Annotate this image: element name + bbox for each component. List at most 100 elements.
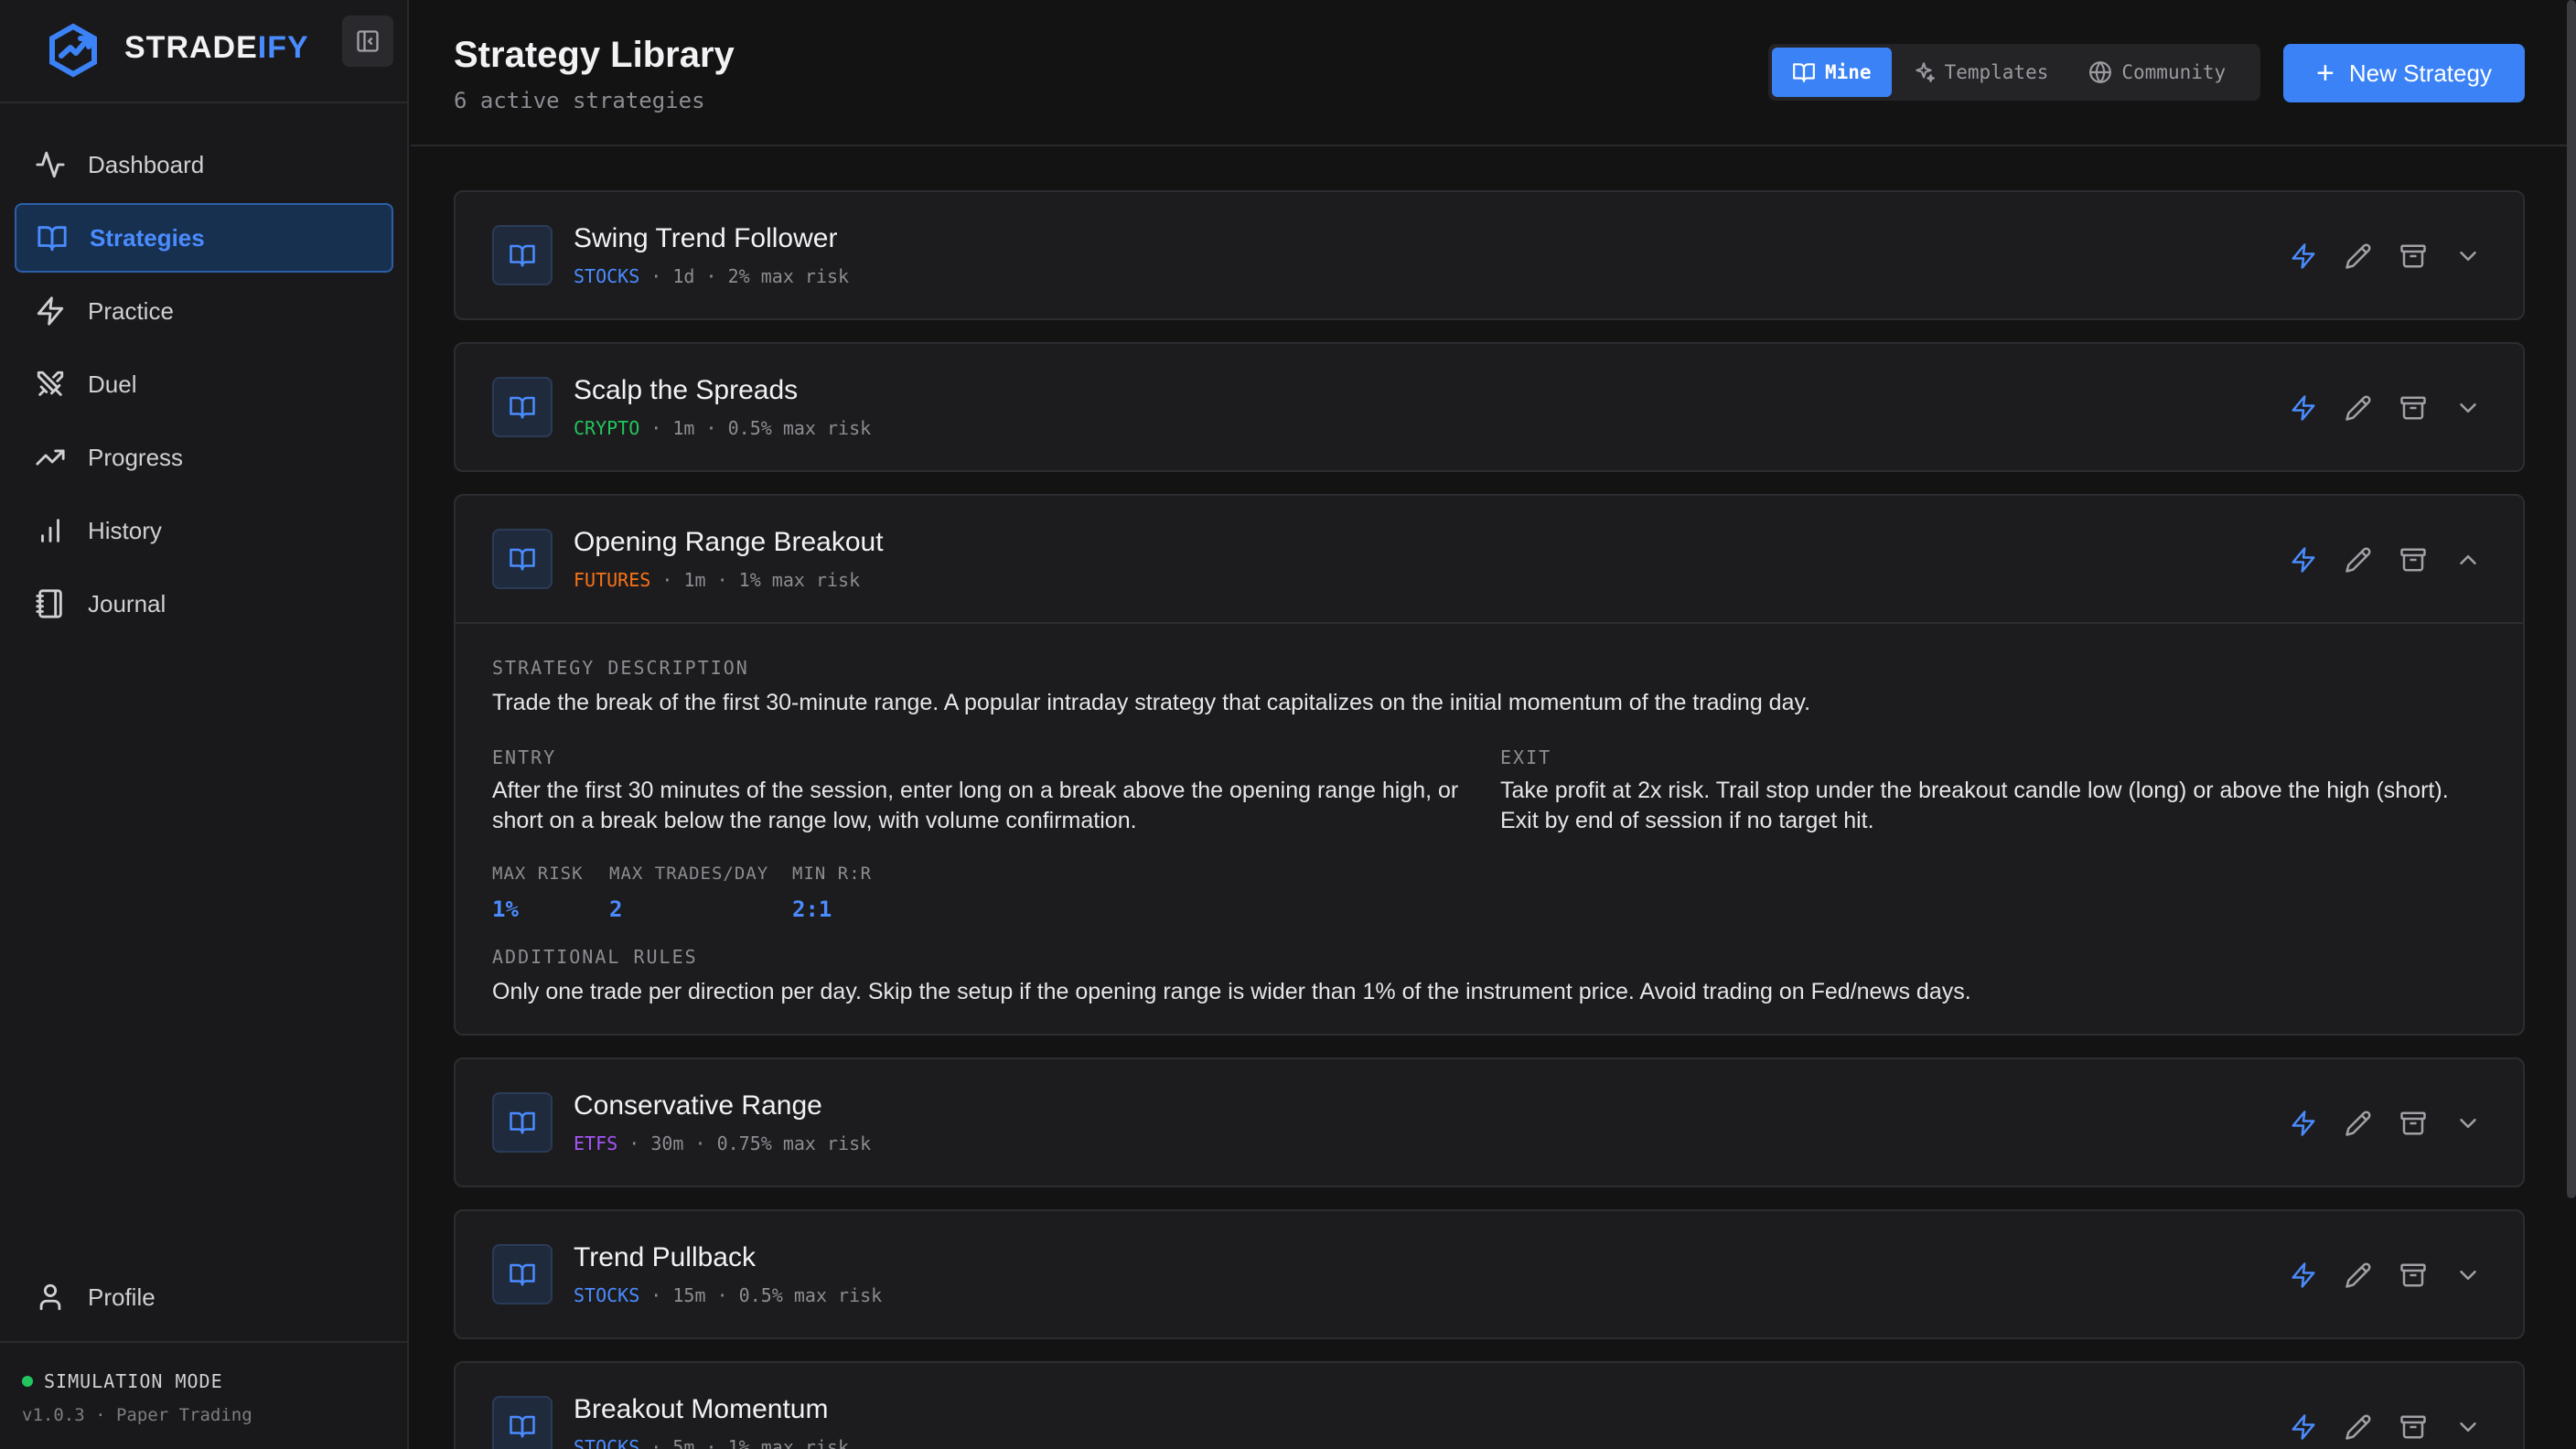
- stat-value: 2:1: [792, 896, 832, 922]
- max-risk: 2% max risk: [727, 265, 850, 287]
- practice-button[interactable]: [2285, 231, 2322, 282]
- meta-separator: ·: [650, 417, 673, 439]
- strategy-card-header[interactable]: Opening Range Breakout FUTURES · 1m · 1%…: [456, 496, 2523, 622]
- expand-toggle-button[interactable]: [2450, 382, 2486, 434]
- sidebar-item-journal[interactable]: Journal: [15, 569, 393, 639]
- meta-separator: ·: [628, 1132, 651, 1154]
- strategy-card: Conservative Range ETFS · 30m · 0.75% ma…: [454, 1057, 2525, 1187]
- additional-rules-label: ADDITIONAL RULES: [492, 946, 698, 968]
- strategy-name: Scalp the Spreads: [574, 375, 799, 405]
- strategy-card-header[interactable]: Trend Pullback STOCKS · 15m · 0.5% max r…: [456, 1211, 2523, 1337]
- archive-icon: [2400, 1263, 2426, 1287]
- strategy-meta: STOCKS · 1d · 2% max risk: [574, 265, 849, 287]
- expand-toggle-button[interactable]: [2450, 1098, 2486, 1149]
- plus-icon: +: [2316, 56, 2334, 91]
- pencil-icon: [2345, 395, 2371, 421]
- strategy-actions: [2267, 1250, 2486, 1301]
- meta-separator: ·: [716, 569, 739, 591]
- strategy-meta: ETFS · 30m · 0.75% max risk: [574, 1132, 871, 1154]
- edit-button[interactable]: [2340, 382, 2377, 434]
- practice-button[interactable]: [2285, 382, 2322, 434]
- pencil-icon: [2345, 1262, 2371, 1288]
- timeframe: 5m: [672, 1436, 695, 1449]
- archive-button[interactable]: [2395, 1401, 2431, 1449]
- expand-toggle-button[interactable]: [2450, 1250, 2486, 1301]
- archive-icon: [2400, 244, 2426, 268]
- edit-button[interactable]: [2340, 534, 2377, 585]
- expand-toggle-button[interactable]: [2450, 534, 2486, 585]
- edit-button[interactable]: [2340, 1250, 2377, 1301]
- strategy-card-header[interactable]: Conservative Range ETFS · 30m · 0.75% ma…: [456, 1059, 2523, 1186]
- archive-icon: [2400, 548, 2426, 572]
- sidebar-item-practice[interactable]: Practice: [15, 276, 393, 346]
- market-tag: STOCKS: [574, 1284, 640, 1306]
- sidebar-item-history[interactable]: History: [15, 496, 393, 565]
- max-trades-stat: MAX TRADES/DAY 2: [609, 864, 768, 922]
- strategy-name: Breakout Momentum: [574, 1394, 829, 1424]
- strategy-meta: STOCKS · 15m · 0.5% max risk: [574, 1284, 882, 1306]
- archive-button[interactable]: [2395, 1250, 2431, 1301]
- brand-name: STRADEIFY: [124, 30, 309, 65]
- strategy-card-header[interactable]: Breakout Momentum STOCKS · 5m · 1% max r…: [456, 1363, 2523, 1449]
- sidebar-item-progress[interactable]: Progress: [15, 423, 393, 492]
- zap-icon: [37, 296, 64, 326]
- sidebar-item-dashboard[interactable]: Dashboard: [15, 130, 393, 199]
- sidebar-item-strategies[interactable]: Strategies: [15, 203, 393, 273]
- chevron-down-icon: [2460, 1422, 2476, 1432]
- strategy-meta: CRYPTO · 1m · 0.5% max risk: [574, 417, 871, 439]
- tab-templates[interactable]: Templates: [1892, 48, 2069, 97]
- timeframe: 30m: [650, 1132, 684, 1154]
- archive-button[interactable]: [2395, 1098, 2431, 1149]
- tab-mine[interactable]: Mine: [1772, 48, 1892, 97]
- book-open-icon: [492, 529, 553, 589]
- user-icon: [39, 1283, 61, 1311]
- practice-button[interactable]: [2285, 1098, 2322, 1149]
- sidebar-item-profile[interactable]: Profile: [15, 1262, 393, 1332]
- strategy-actions: [2267, 534, 2486, 585]
- book-open-icon: [492, 377, 553, 437]
- meta-separator: ·: [650, 1436, 673, 1449]
- archive-button[interactable]: [2395, 382, 2431, 434]
- practice-button[interactable]: [2285, 534, 2322, 585]
- new-strategy-button[interactable]: + New Strategy: [2283, 44, 2525, 102]
- tab-label: Mine: [1825, 61, 1872, 83]
- pencil-icon: [2345, 1111, 2371, 1136]
- strategy-card-header[interactable]: Swing Trend Follower STOCKS · 1d · 2% ma…: [456, 192, 2523, 318]
- strategy-card-header[interactable]: Scalp the Spreads CRYPTO · 1m · 0.5% max…: [456, 344, 2523, 470]
- stat-label: MIN R:R: [792, 864, 873, 884]
- book-open-icon: [38, 226, 67, 252]
- sidebar-item-label: Practice: [88, 296, 174, 325]
- book-open-icon: [492, 1396, 553, 1449]
- collapse-sidebar-button[interactable]: [342, 16, 393, 67]
- practice-button[interactable]: [2285, 1250, 2322, 1301]
- sidebar-item-duel[interactable]: Duel: [15, 349, 393, 419]
- sidebar-item-label: Dashboard: [88, 150, 205, 178]
- globe-icon: [2089, 61, 2112, 83]
- exit-label: EXIT: [1500, 746, 1552, 768]
- practice-button[interactable]: [2285, 1401, 2322, 1449]
- archive-button[interactable]: [2395, 534, 2431, 585]
- strategy-card: Breakout Momentum STOCKS · 5m · 1% max r…: [454, 1361, 2525, 1449]
- sidebar-item-label: Journal: [88, 589, 166, 617]
- archive-button[interactable]: [2395, 231, 2431, 282]
- swords-icon: [37, 370, 64, 396]
- edit-button[interactable]: [2340, 1098, 2377, 1149]
- market-tag: ETFS: [574, 1132, 618, 1154]
- archive-icon: [2400, 396, 2426, 420]
- strategy-name: Conservative Range: [574, 1090, 822, 1121]
- expand-toggle-button[interactable]: [2450, 1401, 2486, 1449]
- edit-button[interactable]: [2340, 1401, 2377, 1449]
- strategy-name: Opening Range Breakout: [574, 527, 884, 557]
- stat-value: 2: [609, 896, 623, 922]
- tab-community[interactable]: Community: [2068, 48, 2246, 97]
- notebook-icon: [36, 589, 62, 618]
- activity-icon: [36, 151, 65, 178]
- edit-button[interactable]: [2340, 231, 2377, 282]
- brand: STRADEIFY: [0, 0, 407, 103]
- book-open-icon: [492, 1092, 553, 1153]
- max-risk: 1% max risk: [727, 1436, 850, 1449]
- scrollbar[interactable]: [2567, 0, 2576, 1198]
- meta-separator: ·: [661, 569, 684, 591]
- strategy-name: Swing Trend Follower: [574, 223, 838, 253]
- expand-toggle-button[interactable]: [2450, 231, 2486, 282]
